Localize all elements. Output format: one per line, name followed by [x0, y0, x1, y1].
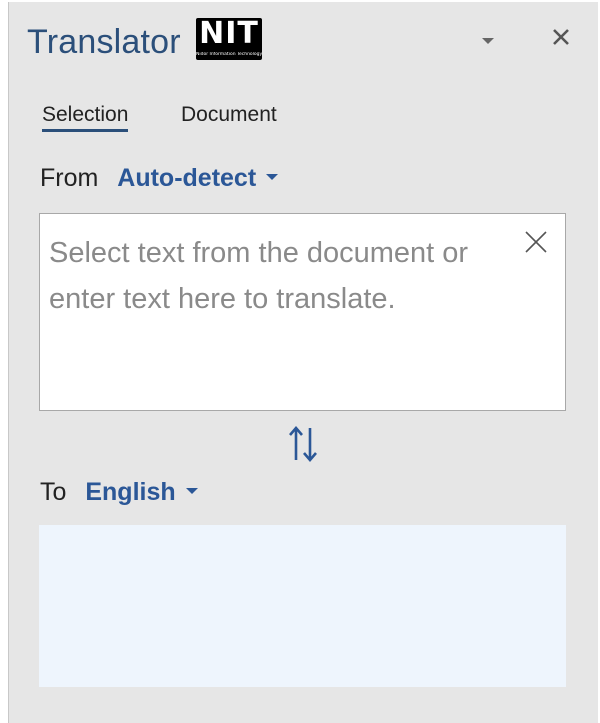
- close-icon: [553, 29, 569, 45]
- swap-arrows-icon: [289, 426, 317, 462]
- logo-word: NIT: [199, 18, 259, 51]
- to-row: To English: [40, 477, 198, 507]
- caret-down-icon: [266, 174, 279, 181]
- close-icon: [525, 231, 547, 253]
- clear-text-button[interactable]: [524, 230, 548, 254]
- tab-document-label: Document: [181, 103, 277, 126]
- active-tab-indicator: [42, 129, 129, 132]
- to-language-value: English: [85, 478, 176, 506]
- pane-close-button[interactable]: [550, 26, 572, 48]
- caret-down-icon: [185, 488, 198, 495]
- from-label: From: [40, 164, 99, 192]
- nit-logo: NIT Nidor Information Technology: [196, 18, 262, 60]
- translator-pane: Translator NIT Nidor Information Technol…: [8, 2, 598, 723]
- translation-output-box: [39, 525, 566, 687]
- tab-document[interactable]: Document: [181, 102, 277, 128]
- tab-selection-label: Selection: [42, 103, 129, 126]
- pane-options-button[interactable]: [481, 33, 495, 44]
- pane-title: Translator: [27, 23, 181, 61]
- chevron-down-icon: [482, 38, 494, 44]
- from-language-value: Auto-detect: [117, 164, 257, 192]
- source-text-box: [39, 213, 566, 411]
- to-language-dropdown[interactable]: English: [85, 478, 198, 506]
- from-row: From Auto-detect: [40, 163, 279, 193]
- tab-selection[interactable]: Selection: [42, 102, 129, 132]
- swap-languages-button[interactable]: [286, 424, 320, 464]
- logo-tagline: Nidor Information Technology: [196, 52, 262, 57]
- to-label: To: [40, 478, 67, 506]
- from-language-dropdown[interactable]: Auto-detect: [117, 164, 279, 192]
- source-text-input[interactable]: [49, 230, 517, 400]
